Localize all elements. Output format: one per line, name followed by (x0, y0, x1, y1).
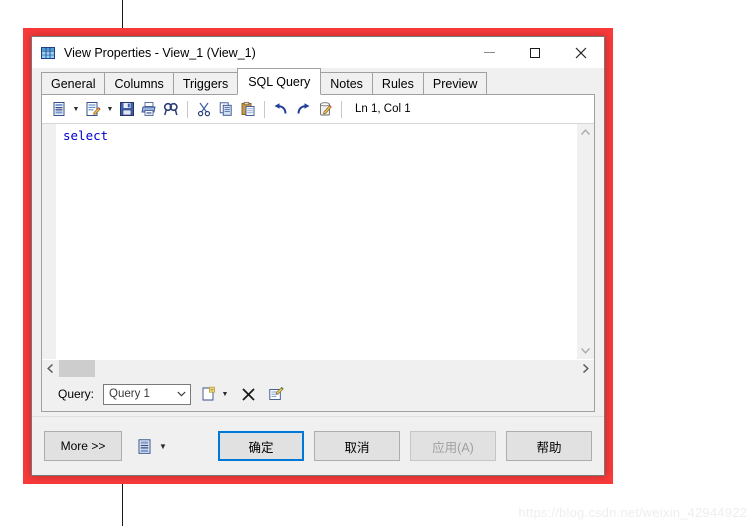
chevron-down-icon (173, 390, 190, 399)
apply-button: 应用(A) (410, 431, 496, 461)
editor-horizontal-scrollbar[interactable] (42, 359, 594, 377)
print-button[interactable] (138, 98, 160, 120)
query-label: Query: (58, 387, 95, 401)
tab-triggers[interactable]: Triggers (172, 72, 239, 95)
close-icon (575, 47, 587, 58)
redo-button[interactable] (292, 98, 314, 120)
minimize-icon (483, 52, 495, 53)
load-script-icon (53, 102, 65, 116)
cursor-position-status: Ln 1, Col 1 (355, 103, 411, 115)
close-button[interactable] (558, 37, 604, 68)
find-button[interactable] (160, 98, 182, 120)
ok-button[interactable]: 确定 (218, 431, 304, 461)
more-button[interactable]: More >> (44, 431, 122, 461)
edit-script-button[interactable] (82, 98, 104, 120)
toolbar-separator (187, 100, 188, 118)
load-script-dropdown[interactable]: ▼ (70, 98, 82, 120)
find-icon (163, 102, 178, 116)
delete-query-button[interactable] (237, 383, 259, 405)
scroll-down-icon[interactable] (577, 342, 594, 359)
copy-button[interactable] (215, 98, 237, 120)
paste-button[interactable] (237, 98, 259, 120)
horizontal-scroll-thumb[interactable] (59, 360, 95, 377)
scroll-left-icon[interactable] (42, 360, 59, 377)
new-query-dropdown[interactable]: ▼ (219, 383, 231, 405)
copy-icon (219, 102, 232, 116)
query-combobox[interactable]: Query 1 (103, 383, 192, 405)
editor-gutter (42, 124, 57, 359)
clear-icon (320, 102, 332, 116)
save-icon (120, 102, 134, 116)
tab-notes[interactable]: Notes (320, 72, 373, 95)
new-query-icon (202, 386, 215, 401)
query-properties-button[interactable] (265, 383, 287, 405)
tab-general[interactable]: General (41, 72, 106, 95)
tab-columns[interactable]: Columns (104, 72, 174, 95)
window-controls (466, 37, 604, 68)
edit-script-dropdown[interactable]: ▼ (104, 98, 116, 120)
watermark: https://blog.csdn.net/weixin_42944922 (518, 505, 747, 520)
paste-icon (241, 101, 255, 116)
editor-area: select (42, 124, 594, 377)
view-properties-dialog: View Properties - View_1 (View_1) Genera… (31, 36, 605, 476)
script-options-dropdown[interactable]: ▼ (156, 434, 170, 458)
table-view-icon (40, 45, 56, 61)
cancel-button[interactable]: 取消 (314, 431, 400, 461)
titlebar: View Properties - View_1 (View_1) (32, 37, 604, 68)
sql-editor-textarea[interactable]: select (57, 124, 576, 359)
horizontal-scroll-track[interactable] (95, 360, 577, 377)
save-button[interactable] (116, 98, 138, 120)
editor-vertical-scrollbar[interactable] (576, 124, 594, 359)
toolbar-separator (341, 100, 342, 118)
redo-icon (297, 103, 310, 114)
query-combobox-value: Query 1 (109, 388, 150, 400)
tab-preview[interactable]: Preview (422, 72, 488, 95)
scroll-up-icon[interactable] (577, 124, 594, 141)
toolbar-separator (264, 100, 265, 118)
print-icon (141, 102, 156, 116)
query-properties-icon (269, 387, 284, 400)
script-options-button[interactable] (132, 434, 156, 458)
maximize-button[interactable] (512, 37, 558, 68)
editor-toolbar: ▼ ▼ Ln 1, Col 1 (42, 95, 594, 124)
edit-script-icon (86, 102, 101, 116)
minimize-button[interactable] (466, 37, 512, 68)
delete-query-icon (241, 387, 255, 401)
script-options-icon (138, 438, 150, 454)
help-button[interactable]: 帮助 (506, 431, 592, 461)
dialog-footer: More >> ▼ 确定 取消 应用(A) 帮助 (32, 417, 604, 475)
undo-icon (274, 103, 287, 114)
new-query-button[interactable] (197, 383, 219, 405)
tab-sql-query[interactable]: SQL Query (237, 68, 322, 95)
maximize-icon (530, 47, 540, 58)
load-script-button[interactable] (48, 98, 70, 120)
clear-button[interactable] (314, 98, 336, 120)
window-title: View Properties - View_1 (View_1) (64, 45, 256, 60)
editor-row: select (42, 124, 594, 359)
query-selector-bar: Query: Query 1 ▼ (42, 377, 594, 411)
tab-strip: General Columns Triggers SQL Query Notes… (32, 68, 604, 95)
cut-button[interactable] (193, 98, 215, 120)
scroll-right-icon[interactable] (577, 360, 594, 377)
tab-rules[interactable]: Rules (371, 72, 424, 95)
sql-query-panel: ▼ ▼ Ln 1, Col 1 select Query: Query 1 ▼ (41, 94, 595, 412)
cut-icon (197, 102, 211, 117)
undo-button[interactable] (270, 98, 292, 120)
